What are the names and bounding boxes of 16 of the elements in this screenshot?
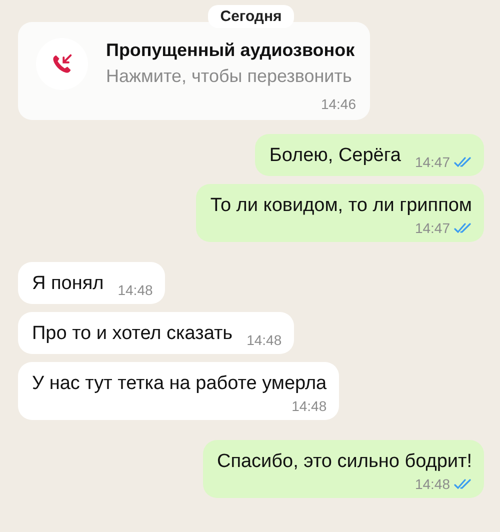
message-time: 14:47	[414, 154, 450, 170]
message-text: Про то и хотел сказать	[32, 322, 233, 346]
message-text: То ли ковидом, то ли гриппом	[210, 194, 472, 218]
message-time: 14:46	[320, 96, 356, 112]
message-time: 14:48	[246, 332, 282, 348]
message-text: Я понял	[32, 272, 104, 296]
message-time: 14:48	[292, 398, 327, 414]
call-subtitle: Нажмите, чтобы перезвонить	[106, 66, 353, 87]
message-time: 14:47	[414, 220, 450, 236]
message-text: Болею, Серёга	[269, 144, 401, 168]
message-text: Спасибо, это сильно бодрит!	[216, 450, 472, 474]
date-label: Сегодня	[208, 5, 294, 28]
call-title: Пропущенный аудиозвонок	[106, 40, 356, 61]
message-time: 14:48	[414, 476, 450, 492]
message-time: 14:48	[118, 282, 153, 298]
message-text: У нас тут тетка на работе умерла	[32, 372, 327, 396]
